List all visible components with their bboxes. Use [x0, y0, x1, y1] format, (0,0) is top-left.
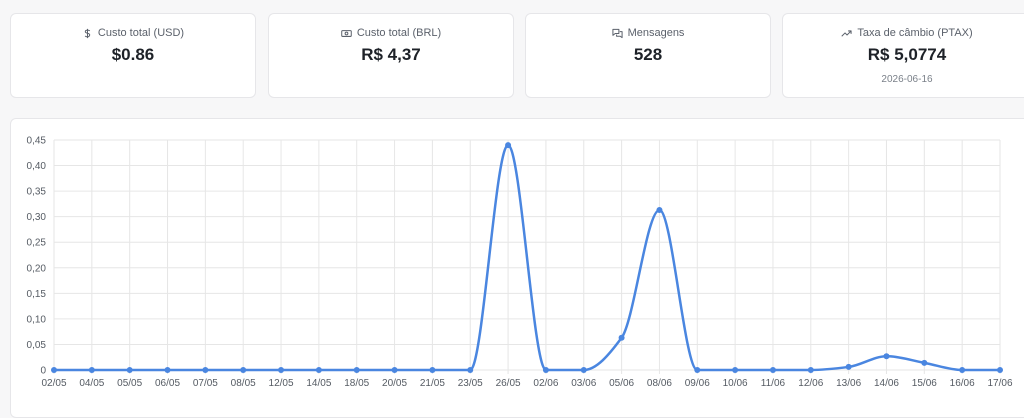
x-tick-label: 20/05 [382, 378, 407, 389]
y-tick-label: 0,10 [27, 314, 47, 325]
y-tick-label: 0,30 [27, 212, 47, 223]
x-tick-label: 06/05 [155, 378, 180, 389]
data-point [618, 334, 625, 341]
x-tick-label: 14/06 [874, 378, 899, 389]
y-tick-label: 0,20 [27, 263, 47, 274]
data-point [580, 367, 587, 373]
data-point [807, 367, 814, 373]
data-point [51, 367, 57, 373]
x-tick-label: 13/06 [836, 378, 861, 389]
x-tick-label: 12/05 [269, 378, 294, 389]
x-tick-label: 05/05 [117, 378, 142, 389]
x-tick-label: 03/06 [571, 378, 596, 389]
y-tick-label: 0 [40, 366, 46, 377]
x-tick-label: 16/06 [950, 378, 975, 389]
data-point [845, 363, 852, 370]
data-point [542, 367, 549, 373]
y-tick-label: 0,40 [27, 161, 47, 172]
data-point [656, 207, 663, 214]
x-tick-label: 08/05 [231, 378, 256, 389]
data-point [694, 367, 701, 373]
data-point [429, 367, 436, 373]
x-tick-label: 15/06 [912, 378, 937, 389]
x-tick-label: 17/06 [987, 378, 1012, 389]
x-tick-label: 04/05 [79, 378, 104, 389]
x-tick-label: 12/06 [798, 378, 823, 389]
x-tick-label: 05/06 [609, 378, 634, 389]
data-point [240, 367, 247, 373]
data-point [997, 367, 1003, 373]
data-point [467, 367, 474, 373]
x-tick-label: 02/05 [41, 378, 66, 389]
y-tick-label: 0,15 [27, 289, 47, 300]
data-point [391, 367, 398, 373]
x-tick-label: 18/05 [344, 378, 369, 389]
y-tick-label: 0,45 [27, 136, 47, 147]
data-point [959, 367, 966, 373]
cost-line-chart: 0 0,05 0,10 0,15 0,20 0,25 0,30 0,35 0,40 0,45 02/… [27, 136, 1013, 390]
data-point [353, 367, 360, 373]
x-tick-label: 02/06 [533, 378, 558, 389]
data-point [278, 367, 285, 373]
data-point [921, 359, 928, 366]
data-point [732, 367, 739, 373]
x-tick-label: 26/05 [496, 378, 521, 389]
y-tick-label: 0,25 [27, 238, 47, 249]
x-tick-label: 08/06 [647, 378, 672, 389]
data-point [88, 367, 95, 373]
data-point [505, 142, 512, 149]
x-tick-label: 09/06 [685, 378, 710, 389]
x-tick-label: 07/05 [193, 378, 218, 389]
data-point [164, 367, 171, 373]
data-point [883, 353, 890, 360]
x-tick-label: 23/05 [458, 378, 483, 389]
data-point [126, 367, 133, 373]
x-tick-label: 11/06 [761, 378, 786, 389]
x-tick-label: 21/05 [420, 378, 445, 389]
x-tick-label: 10/06 [723, 378, 748, 389]
x-tick-label: 14/05 [306, 378, 331, 389]
data-point [202, 367, 209, 373]
y-tick-label: 0,05 [27, 340, 47, 351]
data-point [315, 367, 322, 373]
series-line [53, 143, 1000, 372]
data-point [769, 367, 776, 373]
y-tick-label: 0,35 [27, 187, 47, 198]
